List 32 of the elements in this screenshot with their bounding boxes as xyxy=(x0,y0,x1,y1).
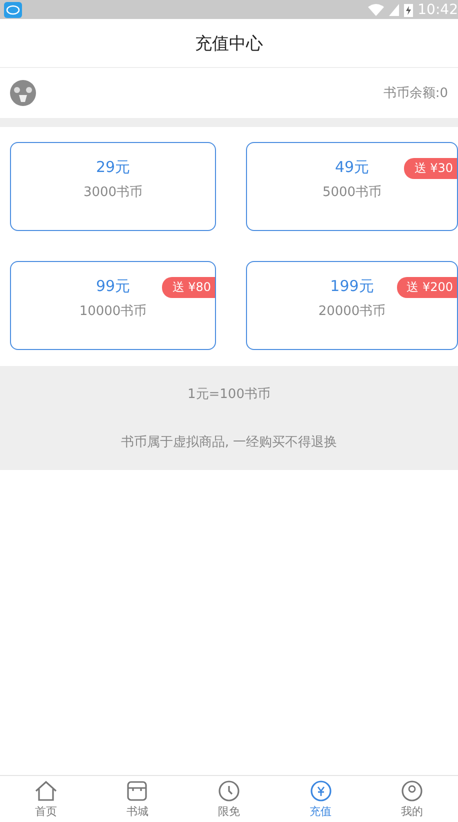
bonus-badge: 送 ¥200 xyxy=(396,277,457,298)
package-card[interactable]: 199元 20000书币 送 ¥200 xyxy=(246,261,458,350)
package-price: 49元 xyxy=(334,158,370,177)
coin-balance: 书币余额:0 xyxy=(383,85,448,102)
note-text: 1元=100书币 xyxy=(188,386,270,403)
battery-icon xyxy=(404,2,413,16)
clock-icon xyxy=(216,780,241,802)
package-coins: 3000书币 xyxy=(83,184,143,201)
bonus-badge: 送 ¥30 xyxy=(404,158,457,179)
package-card[interactable]: 99元 10000书币 送 ¥80 xyxy=(10,261,216,350)
store-icon xyxy=(125,780,150,802)
nav-tab[interactable]: 首页 xyxy=(0,776,92,822)
package-price: 199元 xyxy=(330,277,374,296)
coin-icon xyxy=(308,780,333,802)
package-price: 99元 xyxy=(96,277,130,296)
nav-tab[interactable]: 我的 xyxy=(366,776,458,822)
package-coins: 5000书币 xyxy=(322,184,382,201)
page-title: 充值中心 xyxy=(195,32,263,54)
wifi-icon xyxy=(368,4,384,16)
signal-icon xyxy=(388,4,399,16)
package-price: 29元 xyxy=(96,158,130,177)
note-text: 书币属于虚拟商品, 一经购买不得退换 xyxy=(120,434,338,451)
nav-tab[interactable]: 充值 xyxy=(274,776,366,822)
home-icon xyxy=(34,780,58,802)
nav-tab[interactable]: 限免 xyxy=(183,776,275,822)
nav-tab[interactable]: 书城 xyxy=(92,776,184,822)
package-coins: 10000书币 xyxy=(79,303,147,320)
package-coins: 20000书币 xyxy=(318,303,386,320)
package-card[interactable]: 29元 3000书币 xyxy=(10,142,216,231)
avatar-icon xyxy=(10,80,36,106)
bonus-badge: 送 ¥80 xyxy=(162,277,215,298)
package-card[interactable]: 49元 5000书币 送 ¥30 xyxy=(246,142,458,231)
